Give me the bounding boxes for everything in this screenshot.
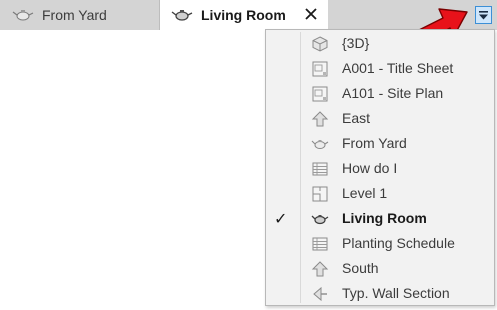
- menu-item-label: From Yard: [342, 135, 407, 151]
- menu-item-label: How do I: [342, 160, 398, 176]
- menu-item-how-do-i[interactable]: How do I: [266, 156, 494, 181]
- sheet-icon: [312, 86, 328, 102]
- teapot-icon: [311, 215, 329, 225]
- tab-from-yard[interactable]: From Yard: [0, 0, 160, 30]
- tab-living-room[interactable]: Living Room: [160, 0, 328, 30]
- menu-item-south[interactable]: South: [266, 256, 494, 281]
- elevation-icon: [311, 261, 329, 277]
- menu-item-planting-schedule[interactable]: Planting Schedule: [266, 231, 494, 256]
- menu-item-east[interactable]: East: [266, 106, 494, 131]
- menu-item-label: {3D}: [342, 35, 370, 51]
- teapot-icon: [311, 140, 329, 149]
- tab-label: From Yard: [42, 7, 107, 23]
- sheet-icon: [312, 61, 328, 77]
- view-list-dropdown-button[interactable]: [475, 6, 492, 24]
- view-list-menu: {3D} A001 - Title Sheet A101 - Site Plan: [265, 29, 495, 306]
- revit-view-tabs: From Yard Living Room {3D} A001 - Title …: [0, 0, 497, 310]
- menu-item-label: Living Room: [342, 210, 427, 226]
- menu-item-living-room[interactable]: ✓ Living Room: [266, 206, 494, 231]
- teapot-icon: [171, 10, 193, 21]
- elevation-icon: [311, 111, 329, 127]
- schedule-icon: [312, 162, 328, 176]
- chevron-down-icon: [479, 11, 488, 20]
- menu-item-typ-wall-section[interactable]: Typ. Wall Section: [266, 281, 494, 306]
- checkmark-icon: ✓: [274, 211, 288, 228]
- tab-strip: From Yard Living Room: [0, 0, 497, 44]
- teapot-icon: [12, 10, 34, 21]
- menu-item-a101-site-plan[interactable]: A101 - Site Plan: [266, 81, 494, 106]
- schedule-icon: [312, 237, 328, 251]
- menu-item-label: South: [342, 260, 379, 276]
- 3d-cube-icon: [312, 36, 328, 52]
- menu-item-label: A101 - Site Plan: [342, 85, 444, 101]
- menu-item-from-yard[interactable]: From Yard: [266, 131, 494, 156]
- menu-item-label: A001 - Title Sheet: [342, 60, 454, 76]
- menu-item-label: Level 1: [342, 185, 388, 201]
- menu-item-3d[interactable]: {3D}: [266, 31, 494, 56]
- menu-item-label: Typ. Wall Section: [342, 285, 450, 301]
- close-icon[interactable]: [302, 5, 320, 23]
- menu-item-label: Planting Schedule: [342, 235, 455, 251]
- menu-item-level-1[interactable]: Level 1: [266, 181, 494, 206]
- tab-label: Living Room: [201, 7, 286, 23]
- floor-plan-icon: [312, 186, 328, 202]
- menu-item-label: East: [342, 110, 371, 126]
- section-icon: [313, 286, 327, 302]
- menu-item-a001-title-sheet[interactable]: A001 - Title Sheet: [266, 56, 494, 81]
